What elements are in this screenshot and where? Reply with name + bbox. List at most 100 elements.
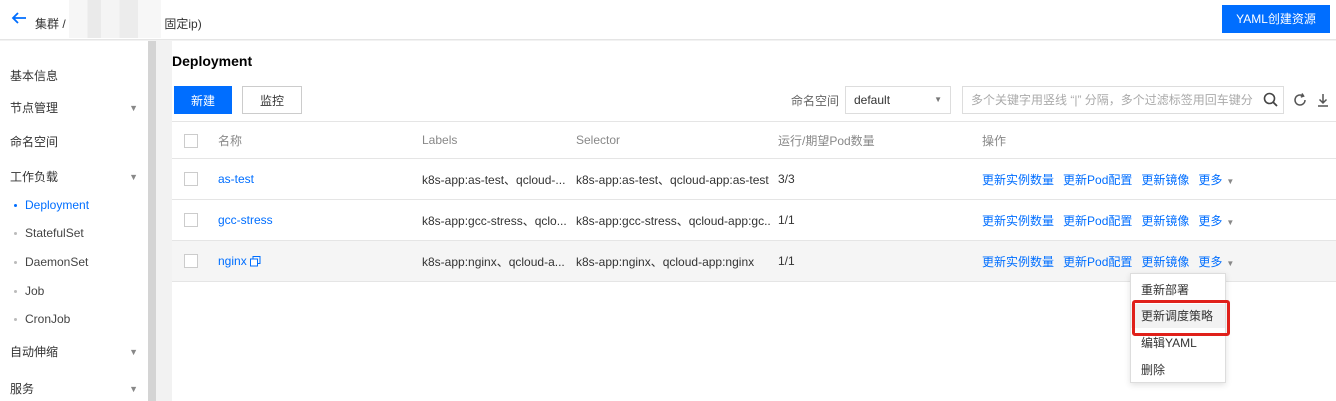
sidebar-item-label: 命名空间 [10,135,59,149]
ops-cell: 更新实例数量 更新Pod配置 更新镜像 更多 ▼ [982,200,1322,240]
more-dropdown[interactable]: 更多 ▼ [1198,253,1234,270]
update-pod-config-link[interactable]: 更新Pod配置 [1063,253,1132,270]
row-checkbox[interactable] [184,213,198,227]
sidebar-item-label: DaemonSet [25,255,89,269]
deployment-name-link[interactable]: gcc-stress [218,213,273,227]
bullet-icon [14,290,17,294]
more-label: 更多 [1198,172,1223,187]
pods-cell: 1/1 [778,213,795,227]
ops-cell: 更新实例数量 更新Pod配置 更新镜像 更多 ▼ [982,159,1322,199]
header-pods: 运行/期望Pod数量 [778,133,875,148]
update-image-link[interactable]: 更新镜像 [1141,212,1189,229]
sidebar-item-daemonset[interactable]: DaemonSet [14,252,134,272]
breadcrumb-suffix: 固定ip) [164,17,202,32]
table-row: gcc-stress k8s-app:gcc-stress、qclo... k8… [172,200,1336,241]
sidebar-item-namespaces[interactable]: 命名空间 [10,132,140,152]
top-bar: 集群 / 固定ip) YAML创建资源 [0,0,1336,40]
sidebar-item-statefulset[interactable]: StatefulSet [14,223,134,243]
header-labels: Labels [422,133,458,147]
refresh-icon[interactable] [1291,91,1309,109]
sidebar-item-label: 自动伸缩 [10,345,59,359]
deployment-name-link[interactable]: nginx [218,254,247,268]
download-icon[interactable] [1314,91,1332,109]
sidebar-item-basic-info[interactable]: 基本信息 [10,66,140,86]
chevron-down-icon: ▼ [129,103,138,113]
chevron-down-icon: ▼ [129,347,138,357]
update-replicas-link[interactable]: 更新实例数量 [982,253,1054,270]
caret-down-icon: ▼ [934,95,942,104]
update-replicas-link[interactable]: 更新实例数量 [982,171,1054,188]
sidebar-item-cronjob[interactable]: CronJob [14,309,134,329]
sidebar-item-label: 节点管理 [10,101,59,115]
highlight-annotation-box [1132,300,1230,336]
sidebar: 基本信息 节点管理 ▼ 命名空间 工作负载 ▼ Deployment State… [0,41,148,401]
row-checkbox[interactable] [184,254,198,268]
caret-down-icon: ▼ [1226,258,1235,268]
more-dropdown[interactable]: 更多 ▼ [1198,212,1234,229]
sidebar-item-label: 服务 [10,382,35,396]
namespace-select[interactable]: default ▼ [845,86,951,114]
labels-cell: k8s-app:nginx、qcloud-a... [422,254,565,269]
menu-item-delete[interactable]: 删除 [1131,358,1225,382]
header-ops: 操作 [982,133,1007,148]
caret-down-icon: ▼ [1226,217,1235,227]
breadcrumb-cluster[interactable]: 集群 / [35,17,66,31]
bullet-icon [14,261,17,265]
sidebar-scrollbar[interactable] [148,41,156,401]
labels-cell: k8s-app:as-test、qcloud-... [422,172,566,187]
search-icon[interactable] [1261,90,1281,110]
sidebar-item-deployment[interactable]: Deployment [14,195,134,215]
search-input[interactable] [963,87,1253,113]
table-header-row: 名称 Labels Selector 运行/期望Pod数量 操作 [172,121,1336,159]
sidebar-item-autoscaling[interactable]: 自动伸缩 ▼ [10,342,140,362]
page-title: Deployment [172,53,253,69]
chevron-down-icon: ▼ [129,172,138,182]
selector-cell: k8s-app:nginx、qcloud-app:nginx [576,254,755,269]
more-label: 更多 [1198,254,1223,269]
sidebar-item-label: Deployment [25,198,90,212]
labels-cell: k8s-app:gcc-stress、qclo... [422,213,567,228]
namespace-label: 命名空间 [791,94,840,108]
menu-item-redeploy[interactable]: 重新部署 [1131,278,1225,302]
header-name: 名称 [218,133,243,148]
new-button[interactable]: 新建 [174,86,232,114]
sidebar-item-job[interactable]: Job [14,281,134,301]
sidebar-item-workloads[interactable]: 工作负载 ▼ [10,167,140,187]
bullet-icon [14,204,17,208]
select-all-checkbox[interactable] [184,134,198,148]
pods-cell: 3/3 [778,172,795,186]
search-box [962,86,1284,114]
sidebar-item-label: CronJob [25,312,71,326]
sidebar-item-label: 工作负载 [10,170,59,184]
pods-cell: 1/1 [778,254,795,268]
sidebar-item-label: StatefulSet [25,226,84,240]
sidebar-item-nodes[interactable]: 节点管理 ▼ [10,98,140,118]
header-selector: Selector [576,133,621,147]
redacted-cluster-name [69,0,162,38]
bullet-icon [14,232,17,236]
update-image-link[interactable]: 更新镜像 [1141,171,1189,188]
back-arrow-icon[interactable] [10,9,30,29]
more-label: 更多 [1198,213,1223,228]
breadcrumb: 集群 / 固定ip) [35,0,202,38]
sidebar-item-label: Job [25,284,45,298]
update-replicas-link[interactable]: 更新实例数量 [982,212,1054,229]
copy-icon[interactable] [249,255,261,267]
selector-cell: k8s-app:gcc-stress、qcloud-app:gc... [576,213,771,228]
update-image-link[interactable]: 更新镜像 [1141,253,1189,270]
more-dropdown[interactable]: 更多 ▼ [1198,171,1234,188]
update-pod-config-link[interactable]: 更新Pod配置 [1063,212,1132,229]
chevron-down-icon: ▼ [129,384,138,394]
caret-down-icon: ▼ [1226,176,1235,186]
deployment-name-link[interactable]: as-test [218,172,254,186]
sidebar-item-services[interactable]: 服务 ▼ [10,379,140,399]
namespace-value: default [854,93,891,107]
sidebar-item-label: 基本信息 [10,69,59,83]
update-pod-config-link[interactable]: 更新Pod配置 [1063,171,1132,188]
table-row: as-test k8s-app:as-test、qcloud-... k8s-a… [172,159,1336,200]
bullet-icon [14,318,17,322]
row-checkbox[interactable] [184,172,198,186]
selector-cell: k8s-app:as-test、qcloud-app:as-test [576,172,769,187]
yaml-create-button[interactable]: YAML创建资源 [1222,5,1330,33]
monitor-button[interactable]: 监控 [242,86,302,114]
